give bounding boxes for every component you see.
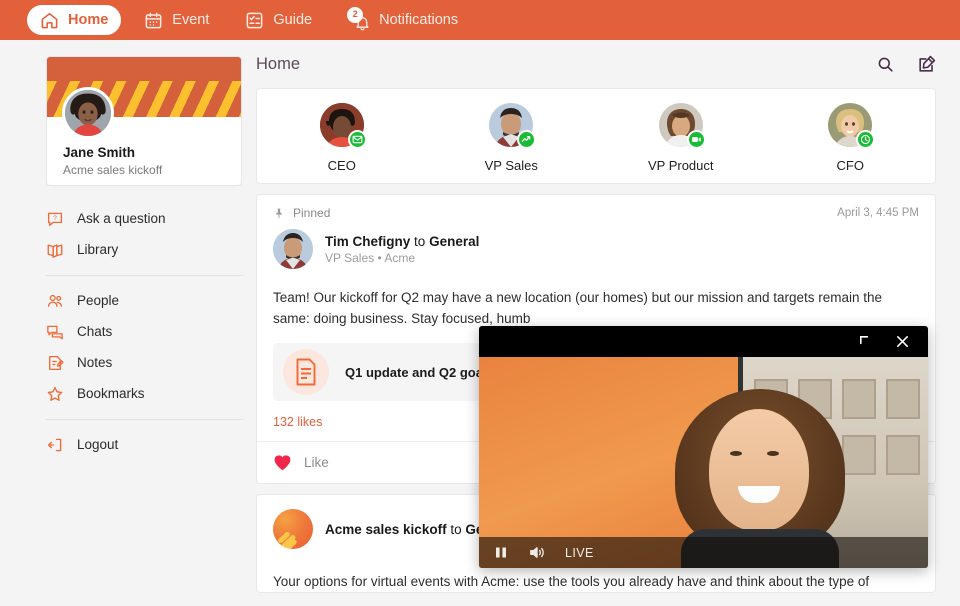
sidebar-item-logout[interactable]: Logout (46, 429, 246, 460)
sidebar-label-chats: Chats (77, 324, 112, 339)
pinned-indicator: Pinned (273, 206, 330, 220)
attachment-name: Q1 update and Q2 goal (345, 365, 487, 380)
search-icon[interactable] (876, 55, 895, 74)
volume-icon[interactable] (529, 545, 545, 560)
question-bubble-icon: ? (46, 210, 64, 228)
nav-label-notifications: Notifications (379, 12, 458, 28)
person-role: CEO (328, 158, 356, 173)
sidebar: Jane Smith Acme sales kickoff ? Ask a qu… (0, 40, 248, 606)
person-cfo[interactable]: CFO (766, 103, 936, 173)
post-author-line: Acme sales kickoff to Gene (325, 522, 499, 537)
nav-item-notifications[interactable]: 2 Notifications (335, 5, 471, 35)
status-badge (517, 130, 536, 149)
post-author-line: Tim Chefigny to General (325, 234, 479, 249)
sidebar-divider-2 (46, 419, 244, 420)
home-icon (40, 11, 59, 30)
expand-corner-icon[interactable] (858, 334, 873, 349)
post-author-row: Tim Chefigny to General VP Sales • Acme (257, 226, 935, 269)
avatar (62, 87, 114, 139)
video-icon (691, 134, 702, 145)
notes-icon (46, 354, 64, 372)
pinned-label: Pinned (293, 206, 330, 220)
nav-item-event[interactable]: Event (131, 5, 222, 35)
presenter-face (709, 409, 809, 531)
sidebar-menu: ? Ask a question Library People (46, 203, 246, 460)
profile-name: Jane Smith (63, 145, 241, 160)
sidebar-item-chats[interactable]: Chats (46, 316, 246, 347)
page-header: Home (248, 40, 960, 88)
chats-icon (46, 323, 64, 341)
pin-icon (273, 207, 285, 220)
person-vp-sales[interactable]: VP Sales (427, 103, 597, 173)
sidebar-item-people[interactable]: People (46, 285, 246, 316)
person-role: VP Sales (485, 158, 538, 173)
pause-icon[interactable] (493, 545, 509, 560)
post-body-text: Team! Our kickoff for Q2 may have a new … (257, 269, 935, 329)
nav-item-home[interactable]: Home (27, 5, 121, 35)
video-overlay-window[interactable]: LIVE (479, 326, 928, 568)
people-icon (46, 292, 64, 310)
sidebar-label-people: People (77, 293, 119, 308)
post-to-word: to (414, 234, 425, 249)
nav-item-guide[interactable]: Guide (232, 5, 325, 35)
sidebar-label-logout: Logout (77, 437, 118, 452)
status-badge (856, 130, 875, 149)
live-label: LIVE (565, 546, 594, 560)
nav-label-home: Home (68, 12, 108, 28)
top-navigation-bar: Home Event Guide 2 Notifications (0, 0, 960, 40)
person-ceo[interactable]: CEO (257, 103, 427, 173)
logout-icon (46, 436, 64, 454)
header-actions (876, 55, 936, 74)
clock-icon (860, 134, 871, 145)
post-to-word: to (450, 522, 461, 537)
post-author-name: Tim Chefigny (325, 234, 410, 249)
trend-icon (521, 134, 532, 145)
sidebar-label-bookmarks: Bookmarks (77, 386, 145, 401)
sidebar-item-notes[interactable]: Notes (46, 347, 246, 378)
video-title-bar (479, 326, 928, 357)
notification-badge-count: 2 (347, 7, 363, 23)
post-author-subtitle: VP Sales • Acme (325, 251, 479, 265)
svg-text:?: ? (53, 214, 57, 221)
sidebar-item-bookmarks[interactable]: Bookmarks (46, 378, 246, 409)
sidebar-label-notes: Notes (77, 355, 112, 370)
profile-card[interactable]: Jane Smith Acme sales kickoff (46, 56, 242, 186)
envelope-icon (352, 134, 363, 145)
sidebar-label-ask-a-question: Ask a question (77, 211, 166, 226)
app-root: Home Event Guide 2 Notifications (0, 0, 960, 606)
sidebar-divider-1 (46, 275, 244, 276)
post-meta-row: Pinned April 3, 4:45 PM (257, 195, 935, 226)
nav-label-guide: Guide (273, 12, 312, 28)
like-label: Like (304, 455, 329, 470)
nav-label-event: Event (172, 12, 209, 28)
person-role: CFO (837, 158, 864, 173)
compose-icon[interactable] (917, 55, 936, 74)
status-badge (687, 130, 706, 149)
sidebar-item-ask-a-question[interactable]: ? Ask a question (46, 203, 246, 234)
sidebar-label-library: Library (77, 242, 118, 257)
checklist-icon (245, 11, 264, 30)
sidebar-item-library[interactable]: Library (46, 234, 246, 265)
avatar (273, 509, 313, 549)
profile-subtitle: Acme sales kickoff (63, 163, 241, 177)
person-vp-product[interactable]: VP Product (596, 103, 766, 173)
heart-icon (273, 454, 292, 471)
post-author-name: Acme sales kickoff (325, 522, 447, 537)
book-icon (46, 241, 64, 259)
person-role: VP Product (648, 158, 714, 173)
video-controls-bar: LIVE (479, 537, 928, 568)
post-timestamp: April 3, 4:45 PM (837, 207, 919, 219)
status-badge (348, 130, 367, 149)
calendar-icon (144, 11, 163, 30)
page-title: Home (256, 55, 300, 74)
people-strip-card: CEO (256, 88, 936, 184)
bell-icon: 2 (348, 10, 370, 31)
avatar (273, 229, 313, 269)
close-icon[interactable] (895, 334, 910, 349)
star-icon (46, 385, 64, 403)
document-icon (283, 349, 329, 395)
post-channel: General (429, 234, 479, 249)
